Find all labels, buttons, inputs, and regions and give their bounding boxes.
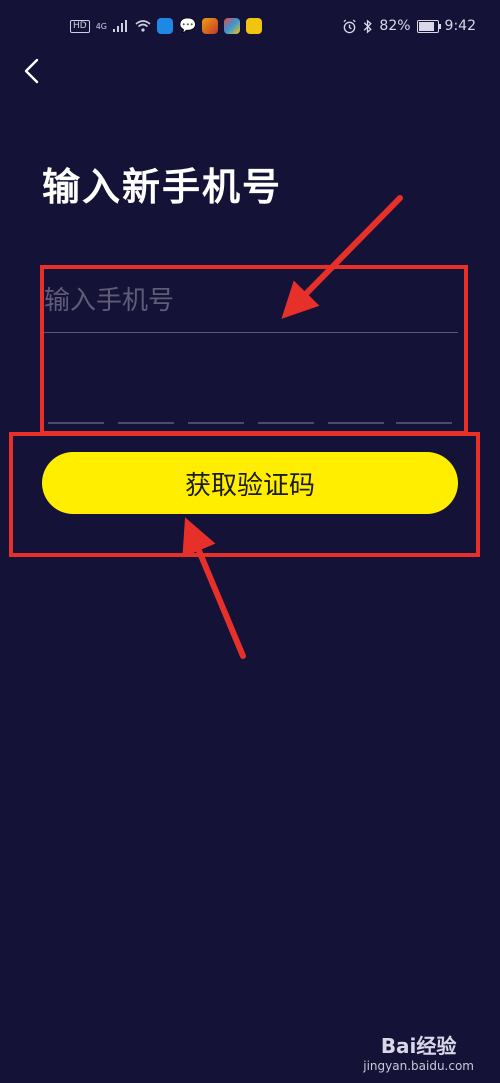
arrow-to-get-code-button: [182, 517, 246, 659]
hd-indicator: HD: [70, 19, 90, 33]
bluetooth-icon: [364, 18, 373, 34]
baidu-jingyan-watermark: Bai经验 jingyan.baidu.com: [363, 1030, 474, 1073]
yellow-app-icon: [246, 18, 263, 34]
phone-number-input[interactable]: [44, 270, 458, 333]
status-left-indicators: HD 4G 💬: [70, 18, 263, 34]
chat-bubble-icon: 💬: [179, 18, 197, 34]
back-arrow-icon[interactable]: [18, 56, 48, 86]
wifi-icon: [135, 20, 151, 32]
alarm-icon: [343, 18, 357, 33]
signal-icon: [113, 20, 127, 32]
network-type: 4G: [95, 21, 107, 31]
status-bar: HD 4G 💬 82% 9:42: [0, 0, 500, 58]
colorful-app-icon: [224, 18, 241, 34]
code-digit-slot[interactable]: [258, 422, 314, 424]
code-digit-slot[interactable]: [48, 422, 104, 424]
watermark-url: jingyan.baidu.com: [363, 1059, 474, 1073]
get-verification-code-button[interactable]: 获取验证码: [42, 452, 458, 514]
shield-app-icon: [157, 18, 173, 34]
verification-code-slots[interactable]: [48, 422, 452, 426]
code-digit-slot[interactable]: [118, 422, 174, 424]
code-digit-slot[interactable]: [396, 422, 452, 424]
page-title: 输入新手机号: [42, 165, 283, 209]
code-digit-slot[interactable]: [328, 422, 384, 424]
battery-icon: [416, 19, 441, 33]
battery-percent: 82%: [379, 18, 411, 34]
clock-time: 9:42: [444, 18, 476, 34]
status-right-indicators: 82% 9:42: [342, 18, 476, 34]
game-app-icon: [202, 18, 219, 34]
watermark-logo: Bai经验: [380, 1034, 457, 1058]
code-digit-slot[interactable]: [188, 422, 244, 424]
